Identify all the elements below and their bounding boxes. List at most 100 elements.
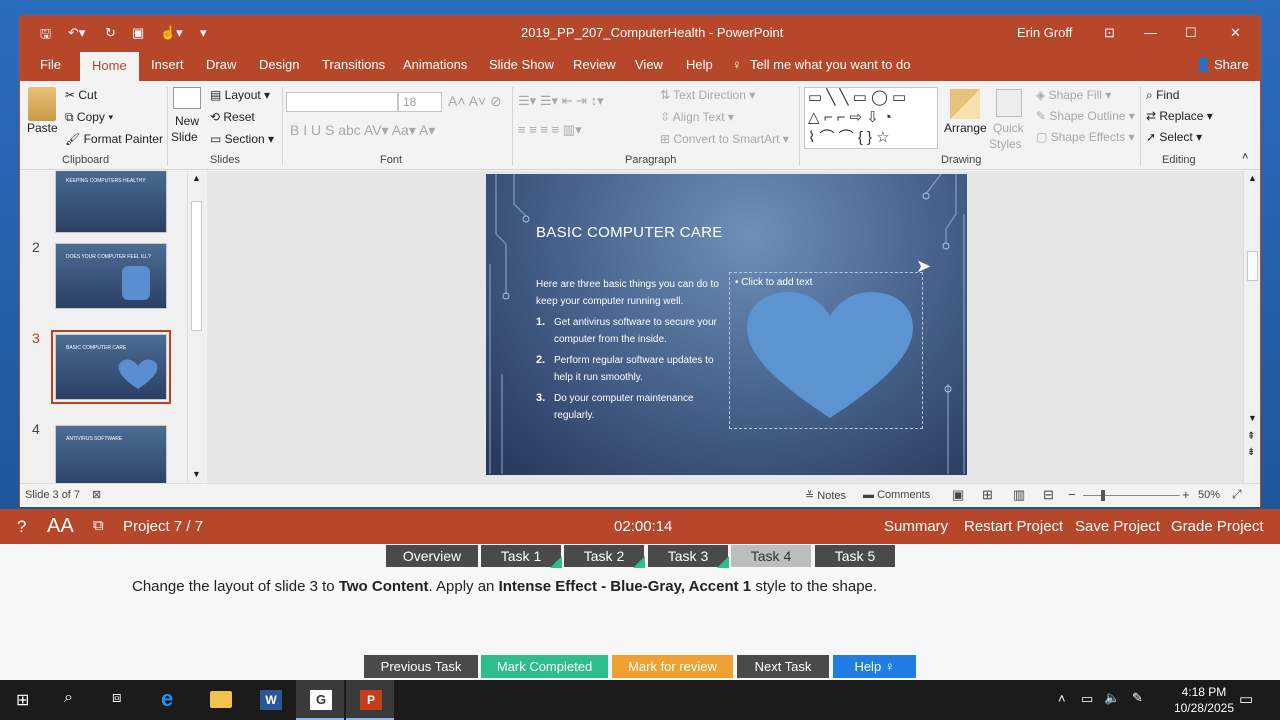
tab-insert[interactable]: Insert (151, 57, 184, 72)
tab-design[interactable]: Design (259, 57, 299, 72)
shape-fill-button[interactable]: ◈ Shape Fill ▾ (1036, 88, 1111, 102)
arrange-icon[interactable] (950, 89, 980, 119)
maximize-icon[interactable]: ☐ (1185, 25, 1197, 41)
new-slide-icon[interactable] (173, 87, 201, 109)
slide-title[interactable]: BASIC COMPUTER CARE (536, 224, 723, 241)
share-button[interactable]: Share (1214, 57, 1249, 72)
collapse-ribbon-icon[interactable]: ˄ (1242, 151, 1248, 163)
comments-button[interactable]: ▬ Comments (863, 489, 930, 501)
next-task-button[interactable]: Next Task (737, 655, 829, 678)
search-button[interactable]: ⌕ (48, 680, 96, 720)
fit-slide-icon[interactable]: ⤢ (1232, 487, 1242, 502)
paste-icon[interactable] (28, 87, 56, 121)
slideshow-view-icon[interactable]: ⊟ (1043, 487, 1054, 503)
tab-animations[interactable]: Animations (403, 57, 467, 72)
tab-task-2[interactable]: Task 2 (564, 545, 645, 568)
help-button[interactable]: Help ♀ (833, 655, 916, 678)
start-button[interactable]: ⊞ (0, 680, 48, 720)
font-size-box[interactable]: 18 (398, 92, 442, 112)
scroll-up-icon[interactable]: ▲ (192, 173, 201, 183)
customize-qat-icon[interactable]: ▾ (200, 25, 207, 41)
reset-button[interactable]: ⟲ Reset (210, 110, 255, 124)
tab-transitions[interactable]: Transitions (322, 57, 385, 72)
restart-project-button[interactable]: Restart Project (964, 518, 1063, 535)
window-icon[interactable]: ⧉ (93, 517, 104, 534)
slide-intro-text[interactable]: Here are three basic things you can do t… (536, 276, 726, 310)
find-button[interactable]: ⌕ Find (1146, 88, 1179, 103)
mark-completed-button[interactable]: Mark Completed (481, 655, 608, 678)
tab-overview[interactable]: Overview (386, 545, 478, 567)
tab-task-5[interactable]: Task 5 (815, 545, 895, 567)
previous-task-button[interactable]: Previous Task (364, 655, 478, 678)
close-icon[interactable]: ✕ (1230, 25, 1241, 41)
user-name[interactable]: Erin Groff (1017, 25, 1072, 40)
tab-review[interactable]: Review (573, 57, 616, 72)
volume-icon[interactable]: 🔈 (1104, 690, 1120, 706)
shape-effects-button[interactable]: ▢ Shape Effects ▾ (1036, 130, 1135, 144)
select-button[interactable]: ➚ Select ▾ (1146, 130, 1202, 144)
gmetrix-app[interactable]: G (296, 680, 344, 720)
slide-thumbnail-3[interactable]: BASIC COMPUTER CARE (51, 330, 171, 404)
cut-button[interactable]: ✂ Cut (65, 88, 97, 102)
help-circle-icon[interactable]: ? (17, 517, 26, 537)
mark-for-review-button[interactable]: Mark for review (612, 655, 733, 678)
undo-icon[interactable]: ↶▾ (68, 25, 85, 41)
task-view-button[interactable]: ⧈ (96, 680, 144, 720)
slide-thumbnail-2[interactable]: DOES YOUR COMPUTER FEEL ILL? (55, 243, 167, 309)
align-text-button[interactable]: ⇳ Align Text ▾ (660, 110, 734, 124)
scroll-thumb[interactable] (191, 201, 202, 331)
list-indent-icons[interactable]: ☰▾ ☰▾ ⇤ ⇥ ↕▾ (518, 93, 604, 109)
new-slide-label-1[interactable]: New (175, 114, 199, 128)
font-format-icons[interactable]: B I U S abc AV▾ Aa▾ A▾ (290, 122, 435, 139)
slide-sorter-icon[interactable]: ⊞ (982, 487, 993, 503)
current-slide[interactable]: BASIC COMPUTER CARE Here are three basic… (486, 174, 967, 475)
powerpoint-app[interactable]: P (346, 680, 394, 720)
show-hidden-icons[interactable]: ˄ (1058, 691, 1066, 706)
quick-styles-icon[interactable] (996, 89, 1022, 117)
tab-draw[interactable]: Draw (206, 57, 236, 72)
layout-button[interactable]: ▤ Layout ▾ (210, 88, 270, 102)
tab-view[interactable]: View (635, 57, 663, 72)
zoom-slider-handle[interactable] (1101, 490, 1105, 501)
save-icon[interactable]: 🖫 (40, 25, 51, 47)
grade-project-button[interactable]: Grade Project (1171, 518, 1264, 535)
alignment-icons[interactable]: ≡ ≡ ≡ ≡ ▥▾ (518, 122, 582, 138)
notifications-icon[interactable]: ▭ (1239, 690, 1253, 708)
zoom-level[interactable]: 50% (1198, 489, 1220, 501)
minimize-icon[interactable]: — (1144, 25, 1157, 40)
section-button[interactable]: ▭ Section ▾ (210, 132, 274, 146)
previous-slide-icon[interactable]: ⇞ (1247, 431, 1255, 442)
font-grow-shrink-icons[interactable]: A˄ A˅ ⊘ (448, 93, 502, 110)
pen-icon[interactable]: ✎ (1132, 690, 1143, 706)
file-explorer-app[interactable] (196, 680, 244, 720)
zoom-in-icon[interactable]: + (1182, 487, 1190, 502)
tab-help[interactable]: Help (686, 57, 713, 72)
editor-scrollbar[interactable]: ▲ ▼ ⇞ ⇟ (1243, 171, 1260, 483)
next-slide-icon[interactable]: ⇟ (1247, 447, 1255, 458)
notes-button[interactable]: ≚ Notes (805, 489, 846, 502)
shapes-gallery[interactable]: ▭ ╲ ╲ ▭ ◯ ▭ △ ⌐ ⌐ ⇨ ⇩ ◔ ⌇ ⌒ ⌒ { } ☆ (804, 87, 938, 149)
scroll-down-icon[interactable]: ▼ (192, 469, 201, 479)
spelling-icon[interactable]: ⊠ (92, 488, 101, 501)
tab-task-3[interactable]: Task 3 (648, 545, 729, 568)
tab-slide-show[interactable]: Slide Show (489, 57, 554, 72)
slide-thumbnail-4[interactable]: ANTIVIRUS SOFTWARE (55, 425, 167, 483)
thumbnail-scrollbar[interactable]: ▲ ▼ (187, 171, 205, 483)
network-icon[interactable]: ▭ (1081, 691, 1093, 707)
slide-thumbnail-1[interactable]: KEEPING COMPUTERS HEALTHY (55, 171, 167, 233)
redo-icon[interactable]: ↻ (105, 25, 116, 41)
convert-smartart-button[interactable]: ⊞ Convert to SmartArt ▾ (660, 132, 789, 146)
word-app[interactable]: W (246, 680, 294, 720)
touch-mode-icon[interactable]: ☝▾ (160, 25, 183, 41)
heart-shape[interactable] (745, 292, 915, 422)
replace-button[interactable]: ⇄ Replace ▾ (1146, 109, 1213, 123)
zoom-out-icon[interactable]: − (1068, 487, 1076, 502)
start-slideshow-icon[interactable]: ▣ (132, 25, 144, 41)
scroll-down-icon[interactable]: ▼ (1248, 413, 1257, 423)
edge-app[interactable]: e (148, 680, 196, 720)
tab-task-4[interactable]: Task 4 (731, 545, 811, 567)
arrange-button[interactable]: Arrange (944, 121, 987, 135)
normal-view-icon[interactable]: ▣ (952, 487, 964, 503)
quick-styles-label-1[interactable]: Quick (993, 121, 1024, 135)
system-clock[interactable]: 4:18 PM 10/28/2025 (1174, 684, 1234, 716)
